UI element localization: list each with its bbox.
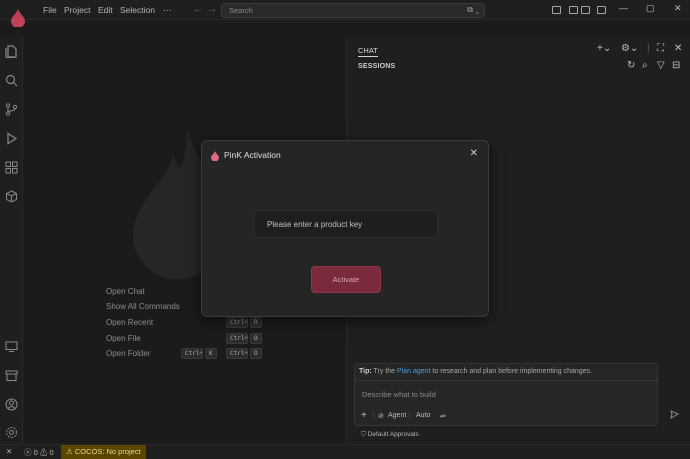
plan-agent-link[interactable]: Plan agent xyxy=(397,368,430,375)
run-debug-icon[interactable] xyxy=(5,132,18,145)
send-icon[interactable] xyxy=(670,410,679,419)
account-icon[interactable] xyxy=(5,398,18,411)
chat-search-icon[interactable]: ⧉ ⌄ xyxy=(467,5,479,15)
cmd-open-recent[interactable]: Open Recent xyxy=(106,318,153,327)
toggle-panel-icon[interactable] xyxy=(569,6,578,14)
chat-input-placeholder: Describe what to build xyxy=(362,390,436,399)
title-bar: File Project Edit Selection ⋯ ← → Search… xyxy=(0,0,690,27)
cmd-open-file[interactable]: Open File xyxy=(106,334,141,343)
activity-bar xyxy=(0,37,23,444)
shield-icon: ⛉ xyxy=(361,431,368,438)
chat-input-box[interactable]: Describe what to build + | ⊘ Agent | Aut… xyxy=(354,380,679,426)
filter-icon[interactable]: ▽ xyxy=(657,60,665,71)
tip-banner: Tip: Try the Plan agent to research and … xyxy=(354,363,658,380)
cmd-open-folder[interactable]: Open Folder xyxy=(106,349,150,358)
kbd-key: K xyxy=(205,348,217,359)
tip-text-before: Try the xyxy=(371,368,397,375)
new-chat-icon[interactable]: +⌄ xyxy=(597,43,611,54)
dialog-title: PinK Activation xyxy=(224,150,281,160)
menu-file[interactable]: File xyxy=(43,5,57,15)
maximize-button[interactable]: ▢ xyxy=(646,3,655,14)
cocos-status-badge[interactable]: ⚠ COCOS: No project xyxy=(61,445,146,459)
approvals-label: Default Approvals xyxy=(367,431,419,438)
settings-gear-icon[interactable] xyxy=(5,426,18,439)
menu-project[interactable]: Project xyxy=(64,5,90,15)
error-icon: ⓧ xyxy=(24,448,34,457)
problems-indicator[interactable]: ⓧ 0 ⚠ 0 xyxy=(24,447,54,458)
pink-logo-icon xyxy=(11,9,25,27)
remote-indicator-icon[interactable]: ✕ xyxy=(6,447,12,456)
product-key-input[interactable] xyxy=(254,210,438,238)
model-picker-button[interactable]: Auto xyxy=(416,412,430,419)
sessions-header: SESSIONS xyxy=(358,63,396,70)
warning-icon: ⚠ xyxy=(39,448,50,457)
customize-layout-icon[interactable] xyxy=(597,6,606,14)
tab-chat[interactable]: CHAT xyxy=(358,46,378,57)
agent-mode-button[interactable]: Agent xyxy=(388,412,406,419)
remote-explorer-icon[interactable] xyxy=(5,340,18,353)
maximize-panel-icon[interactable]: ⛶ xyxy=(657,43,664,54)
menu-selection[interactable]: Selection xyxy=(120,5,155,15)
archive-sessions-icon[interactable]: ⊟ xyxy=(672,60,680,71)
toggle-sidebar-icon[interactable] xyxy=(552,6,561,14)
search-sessions-icon[interactable]: ⌕ xyxy=(642,60,648,71)
search-input[interactable]: Search ⧉ ⌄ xyxy=(221,3,485,18)
kbd-key: O xyxy=(250,333,262,344)
cocos-status-label: COCOS: No project xyxy=(74,447,141,456)
toggle-auxbar-icon[interactable] xyxy=(581,6,590,14)
dialog-close-button[interactable]: ✕ xyxy=(470,148,478,159)
pink-drop-icon xyxy=(211,151,219,161)
cmd-open-chat[interactable]: Open Chat xyxy=(106,287,145,296)
status-bar: ✕ ⓧ 0 ⚠ 0 ⚠ COCOS: No project xyxy=(0,444,690,459)
activation-dialog: PinK Activation ✕ Activate xyxy=(201,140,489,317)
tip-text-after: to research and plan before implementing… xyxy=(430,368,592,375)
source-control-icon[interactable] xyxy=(5,103,18,116)
error-count: 0 xyxy=(33,448,38,457)
activate-button[interactable]: Activate xyxy=(311,266,381,293)
chat-settings-gear-icon[interactable]: ⚙⌄ xyxy=(621,43,638,54)
forward-arrow-icon[interactable]: → xyxy=(207,4,217,15)
menu-more[interactable]: ⋯ xyxy=(163,5,172,16)
close-panel-icon[interactable]: ✕ xyxy=(674,43,682,54)
refresh-icon[interactable]: ↻ xyxy=(627,60,635,71)
package-icon[interactable] xyxy=(5,190,18,203)
tools-config-icon[interactable]: ⇌ xyxy=(440,412,446,420)
agent-mode-icon[interactable]: ⊘ xyxy=(378,412,384,420)
menu-edit[interactable]: Edit xyxy=(98,5,113,15)
back-arrow-icon[interactable]: ← xyxy=(193,4,203,15)
extensions-icon[interactable] xyxy=(5,161,18,174)
warning-icon: ⚠ xyxy=(66,447,75,456)
kbd-key: O xyxy=(250,348,262,359)
tip-prefix: Tip: xyxy=(359,368,372,375)
search-placeholder: Search xyxy=(229,6,253,15)
archive-icon[interactable] xyxy=(5,369,18,382)
warning-count: 0 xyxy=(49,448,54,457)
add-context-icon[interactable]: + xyxy=(361,410,367,421)
cmd-show-all-commands[interactable]: Show All Commands xyxy=(106,302,180,311)
search-icon[interactable] xyxy=(5,74,18,87)
kbd-key: R xyxy=(250,317,262,328)
explorer-icon[interactable] xyxy=(5,45,18,58)
approvals-selector[interactable]: ⛉ Default Approvals xyxy=(361,431,419,439)
close-window-button[interactable]: ✕ xyxy=(674,3,682,14)
minimize-button[interactable]: — xyxy=(619,3,628,13)
